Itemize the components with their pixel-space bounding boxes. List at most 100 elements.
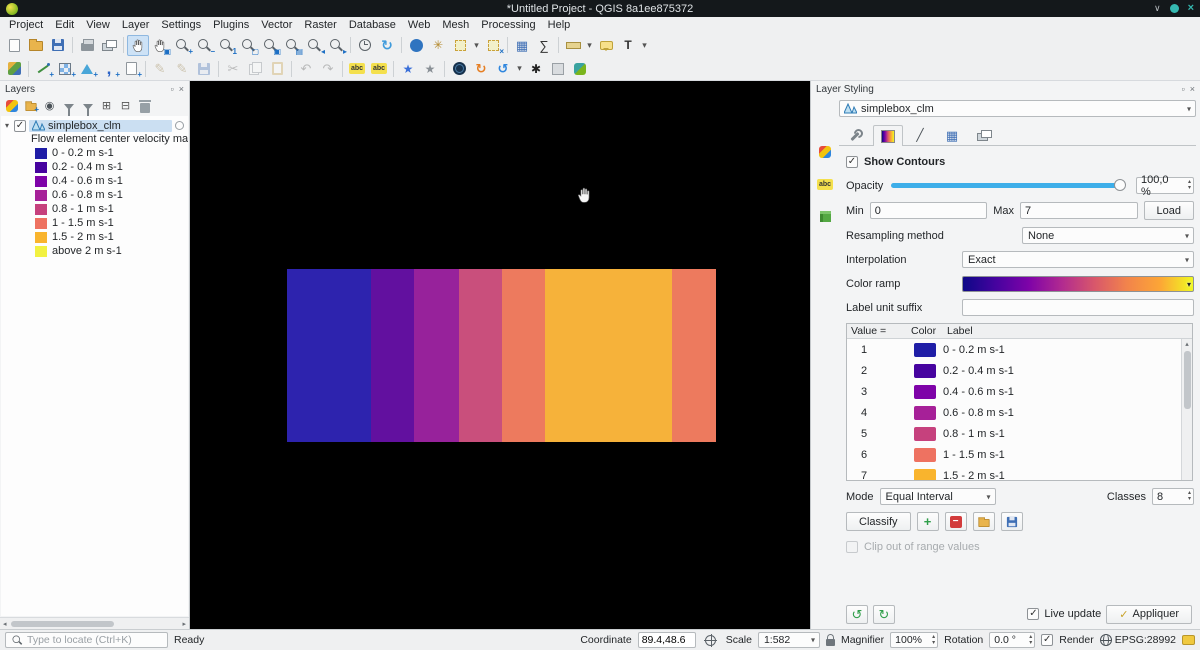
scale-lock-icon[interactable] (826, 639, 835, 646)
layer-labeling-button[interactable] (346, 58, 368, 79)
layer-item-simplebox-clm[interactable]: ▾ simplebox_clm (1, 118, 188, 133)
zoom-native-button[interactable]: 1 (215, 35, 237, 56)
open-data-source-manager-button[interactable] (3, 58, 25, 79)
classify-button[interactable]: Classify (846, 512, 911, 531)
new-project-button[interactable] (3, 35, 25, 56)
plugin-manager-button[interactable] (569, 58, 591, 79)
scroll-right-icon[interactable]: ▸ (180, 620, 188, 628)
menu-view[interactable]: View (80, 18, 116, 32)
layout-manager-button[interactable] (98, 35, 120, 56)
zoom-to-layer-button[interactable]: ▤ (281, 35, 303, 56)
color-cell[interactable] (914, 406, 936, 420)
save-layer-edits-button[interactable] (193, 58, 215, 79)
whitebox-tools-button[interactable] (547, 58, 569, 79)
value-table-row[interactable]: 50.8 - 1 m s-1 (847, 423, 1181, 444)
measure-dropdown[interactable]: ▾ (584, 35, 595, 56)
remove-layer-button[interactable] (136, 98, 153, 114)
labels-tab[interactable] (814, 173, 836, 195)
copy-features-button[interactable] (244, 58, 266, 79)
scroll-up-icon[interactable]: ▴ (1185, 339, 1189, 349)
zoom-last-button[interactable]: ◂ (303, 35, 325, 56)
color-ramp-button[interactable]: ▾ (962, 276, 1194, 292)
live-update-checkbox[interactable] (1027, 608, 1039, 620)
vectors-tab[interactable]: ╱ (905, 124, 935, 145)
add-raster-layer-button[interactable]: + (54, 58, 76, 79)
menu-project[interactable]: Project (3, 18, 49, 32)
resampling-combo[interactable]: None ▾ (1022, 227, 1194, 244)
color-column-header[interactable]: Color (907, 325, 943, 337)
expand-arrow-icon[interactable]: ▾ (3, 121, 11, 130)
add-delimited-text-button[interactable]: ,+ (98, 58, 120, 79)
map-canvas[interactable] (190, 81, 810, 629)
new-bookmark-button[interactable]: ★ (397, 58, 419, 79)
color-cell[interactable] (914, 427, 936, 441)
map-tips-button[interactable] (595, 35, 617, 56)
value-table-row[interactable]: 20.2 - 0.4 m s-1 (847, 360, 1181, 381)
legend-item[interactable]: 1.5 - 2 m s-1 (1, 230, 188, 244)
messages-icon[interactable] (1182, 635, 1195, 645)
scroll-thumb[interactable] (1184, 351, 1191, 409)
menu-edit[interactable]: Edit (49, 18, 80, 32)
select-features-button[interactable] (449, 35, 471, 56)
pan-to-selection-button[interactable]: ▣ (149, 35, 171, 56)
text-annotation-button[interactable]: T (617, 35, 639, 56)
refresh-map-button[interactable]: ↻ (376, 35, 398, 56)
undock-styling-panel-icon[interactable]: ▫ (1182, 84, 1185, 94)
open-layer-styling-button[interactable] (3, 98, 20, 114)
filter-legend-button[interactable] (60, 98, 77, 114)
add-class-button[interactable]: + (917, 512, 939, 531)
metasearch-button[interactable] (448, 58, 470, 79)
opacity-slider[interactable] (891, 183, 1124, 188)
value-table-row[interactable]: 40.6 - 0.8 m s-1 (847, 402, 1181, 423)
collapse-all-button[interactable]: ⊟ (117, 98, 134, 114)
mode-combo[interactable]: Equal Interval ▾ (880, 488, 996, 505)
settings-tab[interactable] (841, 124, 871, 145)
debug-tool-button[interactable]: ✱ (525, 58, 547, 79)
redo-button[interactable]: ↷ (317, 58, 339, 79)
legend-item[interactable]: 0.8 - 1 m s-1 (1, 202, 188, 216)
load-button[interactable]: Load (1144, 201, 1194, 220)
select-features-dropdown[interactable]: ▾ (471, 35, 482, 56)
show-bookmarks-button[interactable]: ★ (419, 58, 441, 79)
paste-features-button[interactable] (266, 58, 288, 79)
new-shapefile-layer-button[interactable]: + (120, 58, 142, 79)
menu-mesh[interactable]: Mesh (436, 18, 475, 32)
menu-settings[interactable]: Settings (155, 18, 207, 32)
scroll-left-icon[interactable]: ◂ (1, 620, 9, 628)
undock-panel-icon[interactable]: ▫ (171, 84, 174, 94)
max-input[interactable] (1020, 202, 1138, 219)
layer-indicator-icon[interactable] (175, 121, 184, 130)
value-table-row[interactable]: 71.5 - 2 m s-1 (847, 465, 1181, 480)
scroll-thumb[interactable] (11, 621, 114, 627)
legend-item[interactable]: 0.6 - 0.8 m s-1 (1, 188, 188, 202)
window-maximize-button[interactable] (1170, 4, 1179, 13)
color-cell[interactable] (914, 448, 936, 462)
value-table-row[interactable]: 30.4 - 0.6 m s-1 (847, 381, 1181, 402)
menu-processing[interactable]: Processing (475, 18, 541, 32)
osm-place-search-button[interactable]: ↻ (470, 58, 492, 79)
menu-plugins[interactable]: Plugins (207, 18, 255, 32)
extents-toggle-button[interactable] (702, 632, 720, 649)
annotation-dropdown[interactable]: ▾ (639, 35, 650, 56)
close-styling-panel-icon[interactable]: × (1190, 84, 1195, 94)
legend-item[interactable]: 0 - 0.2 m s-1 (1, 146, 188, 160)
opacity-spinbox[interactable]: 100,0 % ▴▾ (1136, 177, 1194, 194)
toggle-editing-button[interactable]: ✎ (171, 58, 193, 79)
magnifier-spinbox[interactable]: 100% ▴▾ (890, 632, 938, 648)
manage-map-themes-button[interactable]: ◉ (41, 98, 58, 114)
opacity-slider-handle[interactable] (1114, 179, 1126, 191)
save-project-button[interactable] (47, 35, 69, 56)
symbology-tab[interactable] (814, 141, 836, 163)
open-attribute-table-button[interactable]: ▦ (511, 35, 533, 56)
styling-layer-selector[interactable]: simplebox_clm ▾ (839, 100, 1196, 117)
contours-tab[interactable] (873, 125, 903, 146)
resources-dropdown[interactable]: ▾ (514, 58, 525, 79)
rotation-spinbox[interactable]: 0.0 ° ▴▾ (989, 632, 1035, 648)
zoom-next-button[interactable]: ▸ (325, 35, 347, 56)
color-cell[interactable] (914, 385, 936, 399)
menu-database[interactable]: Database (343, 18, 402, 32)
zoom-out-button[interactable]: − (193, 35, 215, 56)
locate-input[interactable] (27, 634, 163, 646)
label-unit-suffix-input[interactable] (962, 299, 1194, 316)
locate-search[interactable] (5, 632, 168, 648)
